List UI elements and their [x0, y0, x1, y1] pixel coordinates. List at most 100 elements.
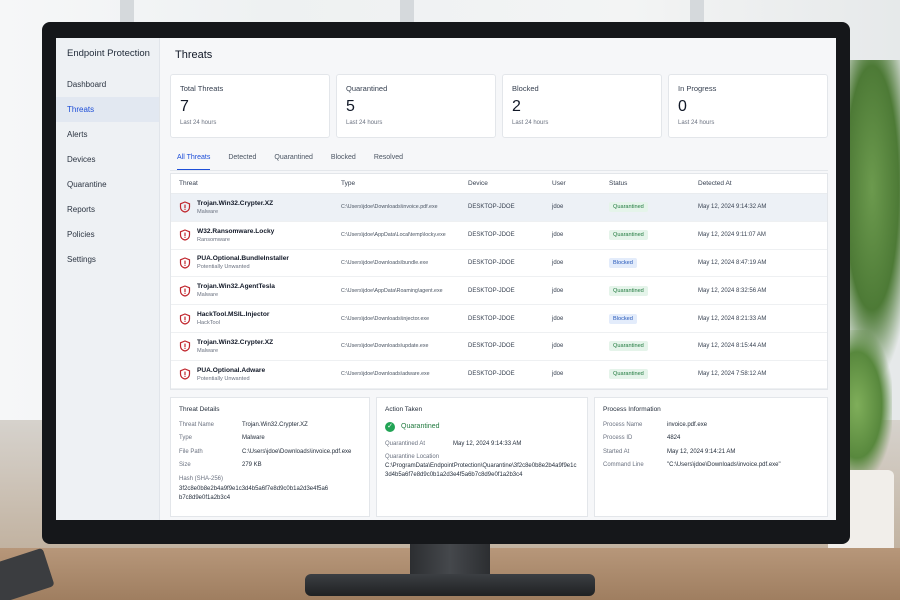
col-status[interactable]: Status	[609, 180, 698, 187]
user-name: jdoe	[552, 343, 564, 350]
threat-name-value: Trojan.Win32.Crypter.XZ	[242, 421, 308, 428]
check-circle-icon: ✓	[385, 421, 395, 432]
device-name: DESKTOP-JDOE	[468, 287, 515, 294]
col-user[interactable]: User	[552, 180, 609, 187]
table-row[interactable]: PUA.Optional.BundleInstaller Potentially …	[171, 250, 827, 278]
col-detected[interactable]: Detected At	[698, 180, 827, 187]
tab-all-threats[interactable]: All Threats	[177, 151, 211, 170]
status-cell: Quarantined	[609, 369, 698, 380]
started-at-label: Started At	[603, 448, 630, 455]
col-threat[interactable]: Threat	[171, 180, 341, 187]
threat-tabs: All Threats Detected Quarantined Blocked Res…	[170, 151, 828, 171]
stat-card[interactable]: Quarantined 5 Last 24 hours	[336, 74, 496, 138]
user-name: jdoe	[552, 259, 564, 266]
size-value: 279 KB	[242, 462, 262, 469]
sidebar-item-alerts[interactable]: Alerts	[56, 122, 159, 147]
table-row[interactable]: Trojan.Win32.Crypter.XZ Malware C:\Users\j…	[171, 333, 827, 361]
tab-quarantined[interactable]: Quarantined	[274, 151, 313, 170]
status-badge: Quarantined	[609, 369, 648, 380]
stat-label: Blocked	[512, 84, 539, 93]
process-info-panel: Process Information Process Name invoice.…	[594, 396, 828, 517]
threat-category: Malware	[197, 292, 219, 299]
detected-at: May 12, 2024 8:47:19 AM	[698, 259, 767, 266]
stat-label: Quarantined	[346, 84, 388, 93]
action-taken-panel: Action Taken ✓ Quarantined Quarantined A…	[376, 396, 588, 517]
stat-value: 0	[678, 98, 687, 115]
user-name: jdoe	[552, 371, 564, 378]
sidebar-item-dashboard[interactable]: Dashboard	[56, 72, 159, 97]
file-path-value: C:\Users\jdoe\Downloads\invoice.pdf.exe	[242, 448, 352, 455]
status-cell: Quarantined	[609, 285, 698, 296]
tab-detected[interactable]: Detected	[228, 151, 256, 170]
stat-subtext: Last 24 hours	[346, 120, 383, 126]
stat-card[interactable]: Blocked 2 Last 24 hours	[502, 74, 662, 138]
stat-card[interactable]: In Progress 0 Last 24 hours	[668, 74, 828, 138]
shield-alert-icon	[179, 368, 191, 380]
user-name: jdoe	[552, 204, 564, 211]
shield-alert-icon	[179, 229, 191, 241]
threat-cell: W32.Ransomware.Locky Ransomware	[171, 228, 341, 243]
device-name: DESKTOP-JDOE	[468, 232, 515, 239]
type-value: Malware	[242, 435, 265, 442]
user-name: jdoe	[552, 232, 564, 239]
sidebar-item-quarantine[interactable]: Quarantine	[56, 172, 159, 197]
panel-title: Action Taken	[385, 405, 423, 413]
panel-title: Threat Details	[179, 405, 220, 413]
command-line-label: Command Line	[603, 462, 644, 469]
detected-at: May 12, 2024 9:14:32 AM	[698, 204, 767, 211]
status-badge: Quarantined	[609, 202, 648, 213]
stat-subtext: Last 24 hours	[678, 120, 715, 126]
threat-category: Malware	[197, 347, 219, 354]
detected-at: May 12, 2024 8:21:33 AM	[698, 315, 767, 322]
col-type[interactable]: Type	[341, 180, 468, 187]
table-row[interactable]: W32.Ransomware.Locky Ransomware C:\Users\j…	[171, 222, 827, 250]
stat-card[interactable]: Total Threats 7 Last 24 hours	[170, 74, 330, 138]
status-badge: Quarantined	[609, 230, 648, 241]
page-title: Threats	[175, 49, 213, 61]
process-id-value: 4824	[667, 435, 681, 442]
threat-name: Trojan.Win32.Crypter.XZ	[197, 338, 274, 346]
threat-category: Ransomware	[197, 236, 230, 243]
tab-resolved[interactable]: Resolved	[374, 151, 403, 170]
app-window: Endpoint Protection Dashboard Threats Aler…	[56, 38, 836, 520]
table-row[interactable]: Trojan.Win32.AgentTesla Malware C:\Users\j…	[171, 277, 827, 306]
app-brand: Endpoint Protection	[67, 48, 150, 59]
table-row[interactable]: PUA.Optional.Adware Potentially Unwanted C…	[171, 361, 827, 389]
status-cell: Blocked	[609, 257, 698, 268]
command-line-value: "C:\Users\jdoe\Downloads\invoice.pdf.exe…	[667, 462, 781, 469]
hash-label: Hash (SHA-256)	[179, 475, 224, 482]
tab-blocked[interactable]: Blocked	[331, 151, 356, 170]
status-badge: Quarantined	[609, 285, 648, 296]
threat-name: HackTool.MSIL.Injector	[197, 311, 270, 319]
shield-alert-icon	[179, 257, 191, 269]
size-label: Size	[179, 462, 191, 469]
threat-category: Malware	[197, 208, 219, 215]
device-name: DESKTOP-JDOE	[468, 315, 515, 322]
file-path-label: File Path	[179, 448, 203, 455]
hash-value: 3f2c8e0b8e2b4a9f9e1c3d4b5a6f7e8d9c0b1a2d…	[179, 485, 329, 501]
table-row[interactable]: Trojan.Win32.Crypter.XZ Malware C:\Users\j…	[171, 194, 827, 222]
sidebar-item-reports[interactable]: Reports	[56, 197, 159, 222]
panel-title: Process Information	[603, 405, 661, 413]
file-path: C:\Users\jdoe\Downloads\adware.exe	[341, 371, 430, 378]
status-badge: Quarantined	[609, 341, 648, 352]
threat-name-label: Threat Name	[179, 421, 215, 428]
stat-subtext: Last 24 hours	[180, 120, 217, 126]
table-row[interactable]: HackTool.MSIL.Injector HackTool C:\Users\j…	[171, 305, 827, 333]
sidebar-item-threats[interactable]: Threats	[56, 97, 159, 122]
user-name: jdoe	[552, 315, 564, 322]
stat-label: In Progress	[678, 84, 717, 93]
file-path: C:\Users\jdoe\Downloads\injector.exe	[341, 315, 430, 322]
device-name: DESKTOP-JDOE	[468, 343, 515, 350]
quarantine-location-value: C:\ProgramData\EndpointProtection\Quaran…	[385, 463, 577, 479]
sidebar-item-policies[interactable]: Policies	[56, 222, 159, 247]
threat-name: Trojan.Win32.Crypter.XZ	[197, 199, 274, 207]
threat-cell: Trojan.Win32.Crypter.XZ Malware	[171, 339, 341, 354]
type-label: Type	[179, 435, 193, 442]
col-device[interactable]: Device	[468, 180, 552, 187]
quarantine-location-label: Quarantine Location	[385, 454, 440, 461]
sidebar-item-devices[interactable]: Devices	[56, 147, 159, 172]
shield-alert-icon	[179, 340, 191, 352]
sidebar-item-settings[interactable]: Settings	[56, 247, 159, 272]
details-section: Threat Details Threat Name Trojan.Win32.C…	[170, 396, 828, 517]
